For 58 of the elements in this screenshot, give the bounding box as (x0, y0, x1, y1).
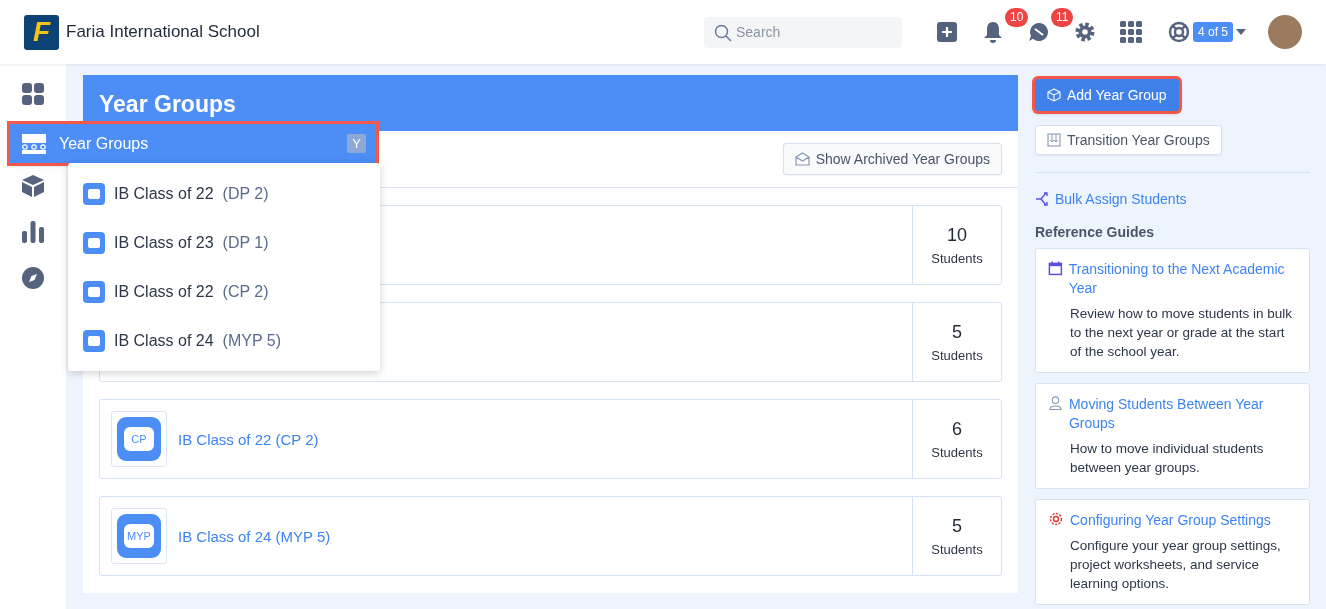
guide-link[interactable]: Transitioning to the Next Academic Year (1068, 260, 1297, 298)
guide-description: How to move individual students between year groups. (1070, 440, 1265, 477)
cube-icon (1047, 88, 1061, 102)
year-groups-menu-item[interactable]: Year Groups Y (10, 124, 376, 163)
student-label: Students (931, 250, 983, 266)
page-title: Year Groups (83, 75, 1018, 131)
year-group-menu-item[interactable]: IB Class of 23 (DP 1) (68, 218, 380, 267)
class-badge-icon (83, 231, 105, 254)
class-badge-icon (83, 280, 105, 303)
lifebuoy-icon[interactable] (1167, 21, 1190, 43)
gear-icon (1048, 511, 1064, 527)
compass-icon[interactable] (21, 266, 45, 290)
calendar-icon (1048, 260, 1063, 276)
year-group-menu-item[interactable]: IB Class of 22 (DP 2) (68, 169, 380, 218)
add-year-group-button[interactable]: Add Year Group (1035, 79, 1179, 111)
dashboard-icon[interactable] (21, 82, 45, 106)
year-group-link[interactable]: IB Class of 24 (MYP 5) (178, 527, 331, 545)
class-badge: CP (117, 417, 161, 461)
student-count: 5 (952, 515, 962, 537)
search-icon (713, 23, 732, 42)
transfer-icon (1047, 133, 1061, 147)
guide-description: Configure your year group settings, project worksheets, and service learning options. (1070, 537, 1282, 593)
bulk-assign-link[interactable]: Bulk Assign Students (1035, 191, 1187, 207)
add-icon[interactable] (934, 20, 959, 44)
bar-chart-icon[interactable] (21, 220, 45, 244)
student-label: Students (931, 444, 983, 460)
class-badge-icon (83, 329, 105, 352)
avatar[interactable] (1268, 15, 1302, 49)
guide-link[interactable]: Configuring Year Group Settings (1070, 511, 1271, 530)
student-count: 5 (952, 321, 962, 343)
year-group-menu-item[interactable]: IB Class of 22 (CP 2) (68, 267, 380, 316)
guide-link[interactable]: Moving Students Between Year Groups (1068, 395, 1297, 433)
person-icon (1048, 395, 1063, 411)
year-group-menu-item[interactable]: IB Class of 24 (MYP 5) (68, 316, 380, 365)
apps-grid-icon[interactable] (1118, 20, 1143, 44)
branch-icon (1035, 191, 1051, 207)
caret-icon[interactable] (1236, 29, 1246, 35)
reference-guides-heading: Reference Guides (1035, 224, 1155, 240)
messages-icon[interactable] (1026, 20, 1051, 44)
help-progress-badge[interactable]: 4 of 5 (1192, 22, 1233, 42)
year-group-link[interactable]: IB Class of 22 (CP 2) (178, 430, 319, 448)
school-logo[interactable]: F (24, 14, 59, 50)
class-badge-icon (83, 182, 105, 205)
student-label: Students (931, 347, 983, 363)
student-label: Students (931, 541, 983, 557)
show-archived-button[interactable]: Show Archived Year Groups (782, 143, 1002, 175)
message-count: 11 (1050, 8, 1074, 27)
search-field[interactable]: Search (703, 16, 902, 48)
student-count: 6 (952, 418, 962, 440)
transition-year-groups-button[interactable]: Transition Year Groups (1035, 125, 1222, 155)
cube-icon[interactable] (21, 174, 45, 198)
school-name: Faria International School (66, 22, 260, 42)
inbox-icon (794, 152, 810, 166)
student-count: 10 (947, 224, 967, 246)
guide-description: Review how to move students in bulk to the next year or grade at the start of the school year. (1070, 305, 1294, 361)
class-badge: MYP (117, 514, 161, 558)
classroom-icon (22, 133, 46, 154)
notification-count: 10 (1004, 8, 1029, 27)
